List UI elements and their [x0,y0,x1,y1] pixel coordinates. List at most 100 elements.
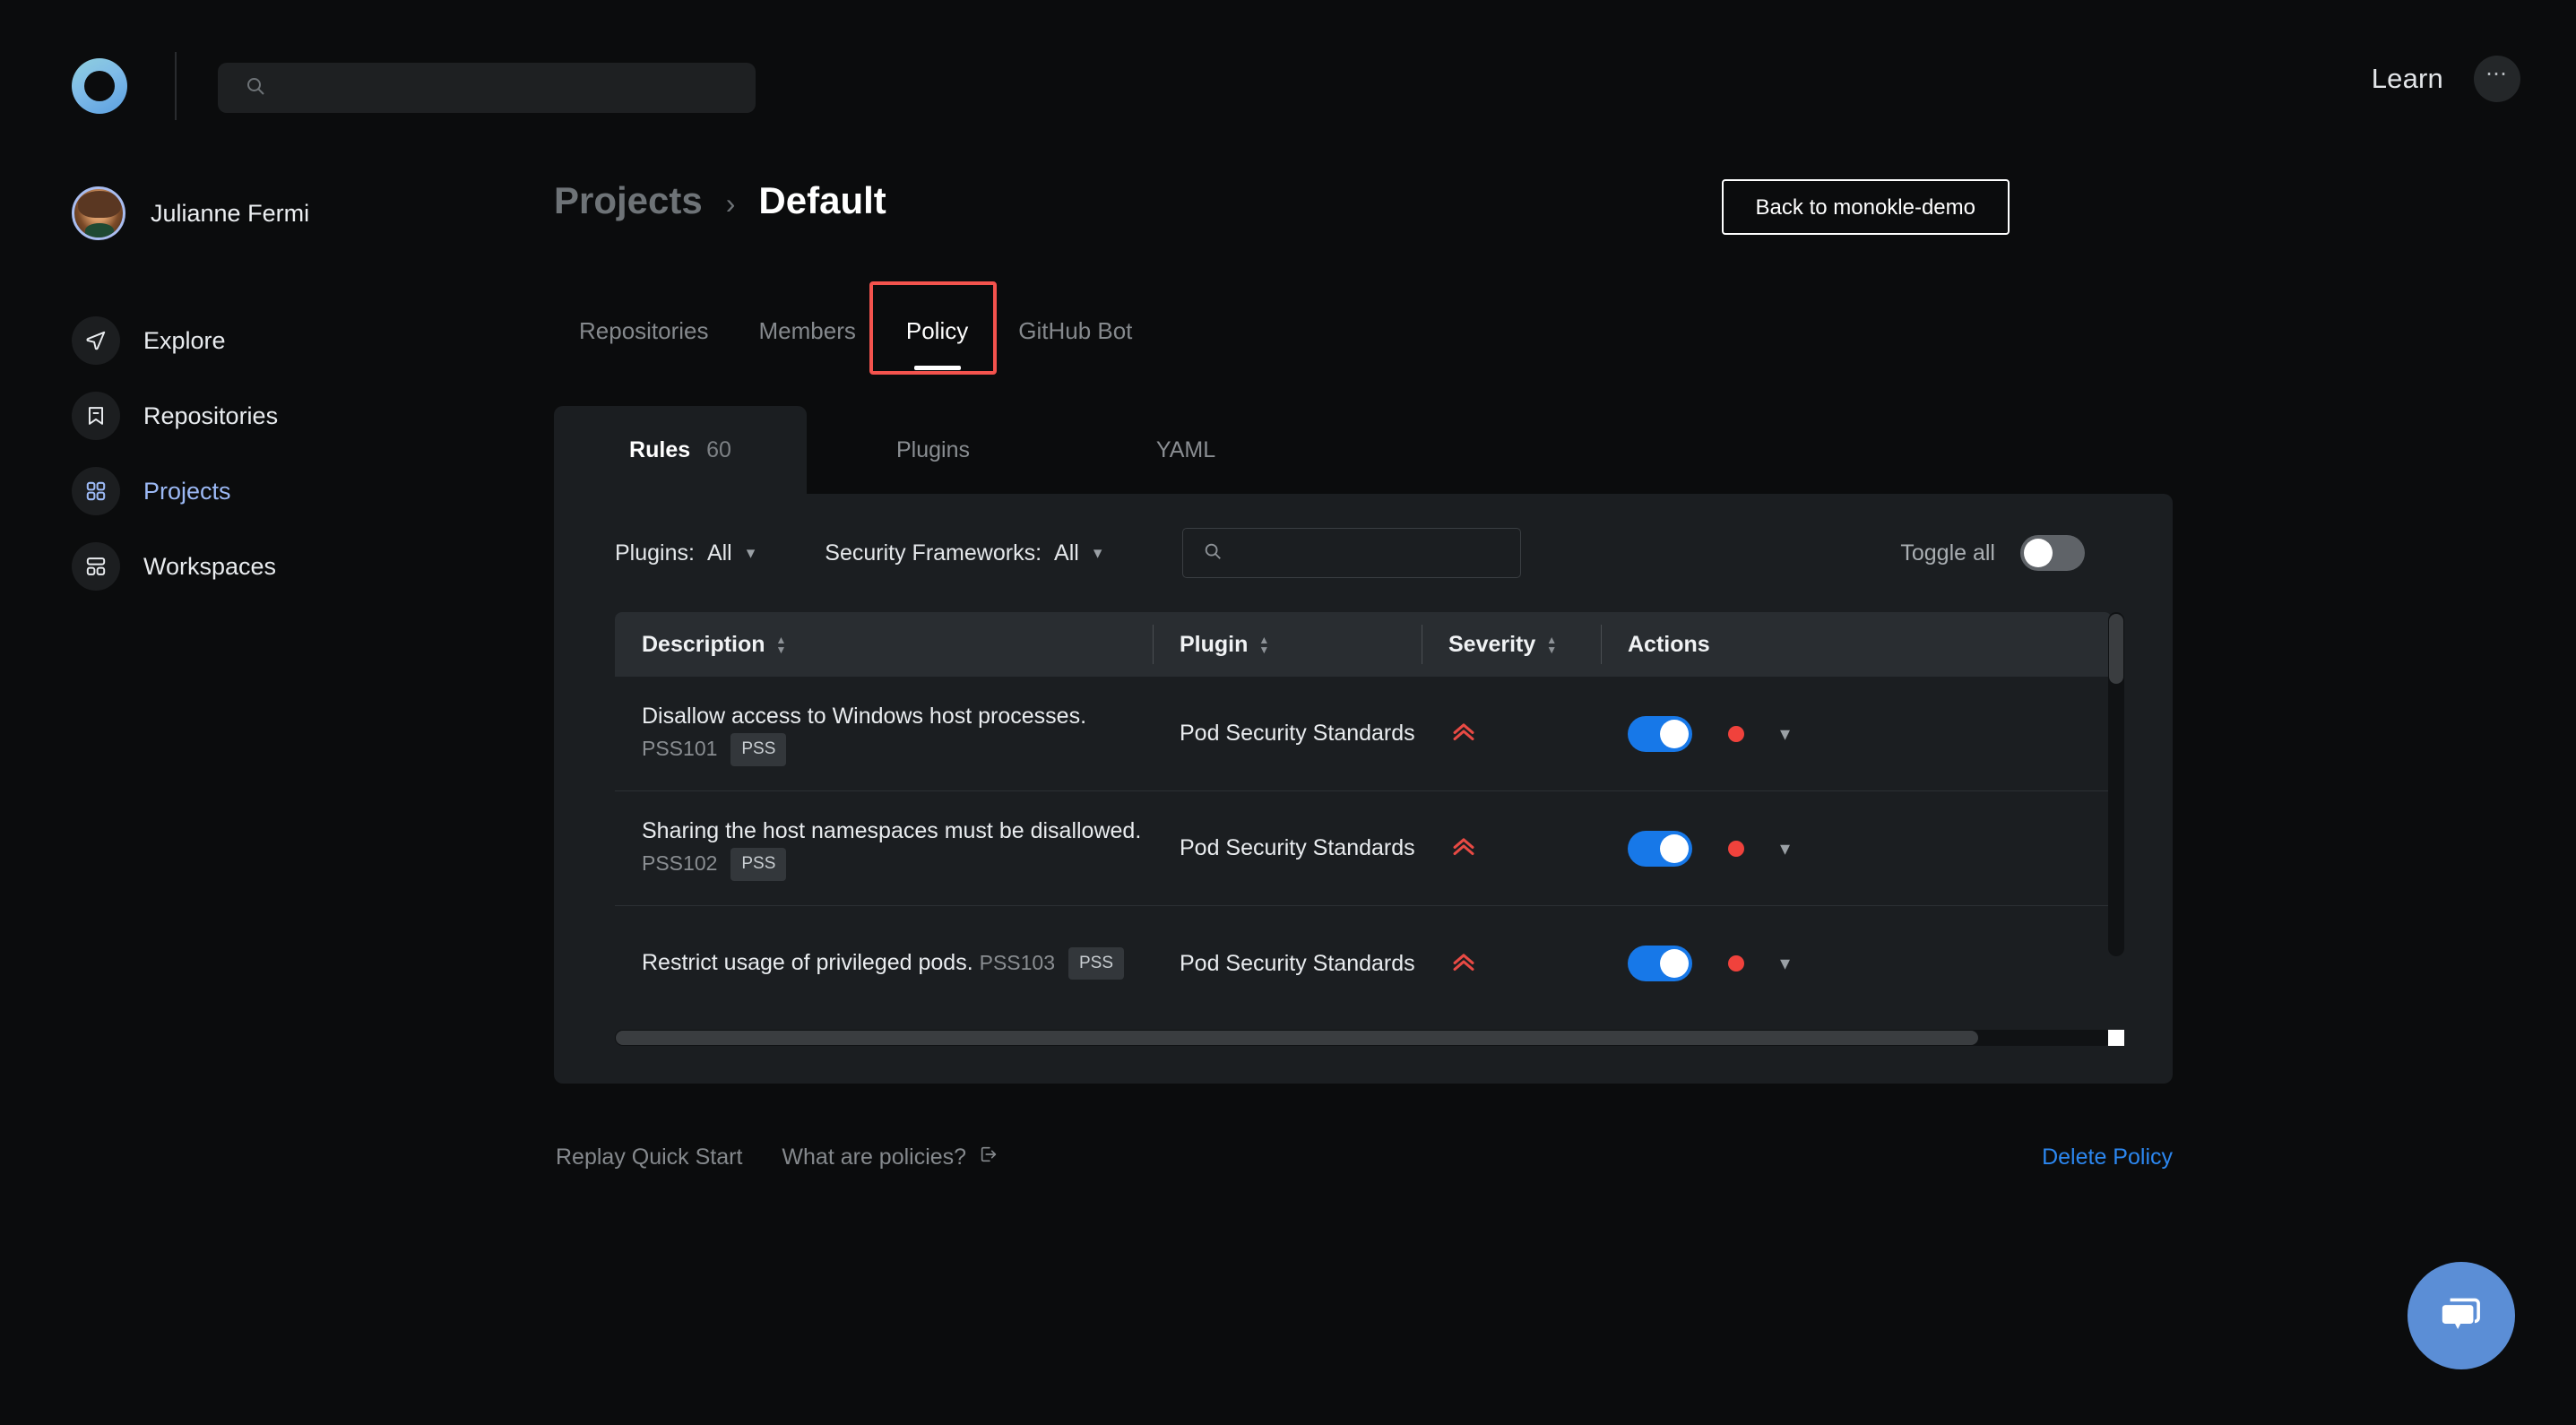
sort-icon[interactable]: ▲ ▼ [776,635,787,655]
toggle-all-switch[interactable] [2020,535,2085,571]
vertical-scrollbar[interactable] [2108,612,2124,956]
status-badge [1728,840,1744,857]
rule-enable-switch[interactable] [1628,715,1692,752]
what-are-policies-link[interactable]: What are policies? [782,1144,998,1170]
chevron-down-icon[interactable]: ▾ [1780,722,1790,746]
footer: Replay Quick Start What are policies? De… [554,1144,2173,1170]
scrollbar-thumb[interactable] [2109,614,2123,684]
sidebar-item-explore[interactable]: Explore [0,303,547,378]
rule-actions: ▾ [1601,715,2103,752]
breadcrumb: Projects › Default [554,170,2576,251]
frameworks-filter-value[interactable]: All [1054,540,1079,566]
tab-label: Repositories [579,317,709,344]
global-search-input[interactable] [279,77,709,99]
rule-severity [1422,946,1601,981]
user-avatar [72,186,125,240]
subtab-label: YAML [1155,436,1216,462]
grid-four-squares-icon [72,467,120,515]
scrollbar-corner [2108,1030,2124,1046]
paper-plane-icon [72,316,120,365]
double-chevron-up-icon [1448,946,1479,981]
column-label: Actions [1628,631,1710,657]
filter-bar: Plugins: All ▾ Security Frameworks: All … [554,494,2173,612]
subtab-label: Rules [629,436,691,462]
rules-table: Description ▲ ▼ Plugin ▲ ▼ Severity ▲ ▼ Act… [615,612,2124,1046]
scrollbar-thumb[interactable] [616,1031,1978,1045]
plugins-filter-value[interactable]: All [707,540,732,566]
footer-label: What are policies? [782,1144,967,1170]
sidebar-item-repositories[interactable]: Repositories [0,378,547,453]
rules-search[interactable] [1182,528,1522,578]
sidebar-item-label: Workspaces [143,552,277,580]
global-search[interactable] [218,63,756,113]
double-chevron-up-icon [1448,831,1479,866]
replay-quick-start-link[interactable]: Replay Quick Start [556,1144,742,1170]
learn-link[interactable]: Learn [2372,63,2443,95]
column-label: Description [642,631,765,657]
rules-panel: Plugins: All ▾ Security Frameworks: All … [554,494,2173,1084]
logo-divider [175,52,177,120]
rule-tag: PSS [1068,946,1124,980]
breadcrumb-projects[interactable]: Projects [554,179,703,222]
rule-enable-switch[interactable] [1628,830,1692,867]
sidebar-item-label: Explore [143,326,226,354]
tab-github-bot[interactable]: GitHub Bot [993,307,1157,345]
column-header-severity[interactable]: Severity ▲ ▼ [1422,612,1601,677]
search-icon [1203,541,1223,566]
monokle-ring-logo-icon[interactable] [72,58,127,114]
tab-label: Members [758,317,856,344]
chevron-down-icon[interactable]: ▾ [1780,837,1790,860]
subtab-yaml[interactable]: YAML [1059,406,1312,494]
rule-description: Disallow access to Windows host processe… [642,704,1087,730]
table-row[interactable]: Restrict usage of privileged pods. PSS10… [615,906,2112,1021]
frameworks-filter-label: Security Frameworks: [825,540,1042,566]
back-to-monokle-demo-button[interactable]: Back to monokle-demo [1721,179,2010,235]
sort-icon[interactable]: ▲ ▼ [1258,635,1269,655]
ellipsis-icon[interactable]: ⋯ [2474,56,2520,102]
tab-members[interactable]: Members [734,307,881,345]
table-header-row: Description ▲ ▼ Plugin ▲ ▼ Severity ▲ ▼ Act… [615,612,2112,677]
top-bar: Learn ⋯ [0,0,2576,179]
horizontal-scrollbar[interactable] [615,1030,2112,1046]
rule-id: PSS102 [642,851,718,875]
rule-enable-switch[interactable] [1628,946,1692,981]
main-tabs: Repositories Members Policy GitHub Bot [554,281,2576,375]
delete-policy-link[interactable]: Delete Policy [2042,1144,2173,1170]
chevron-down-icon[interactable]: ▾ [1780,952,1790,975]
chat-bubble-icon[interactable] [2407,1262,2515,1369]
rule-description: Restrict usage of privileged pods. [642,949,973,975]
column-header-actions: Actions [1601,612,2103,677]
user-name: Julianne Fermi [151,199,310,227]
toggle-all-group: Toggle all [1900,535,2173,571]
rule-description: Sharing the host namespaces must be disa… [642,818,1142,844]
subtab-plugins[interactable]: Plugins [807,406,1059,494]
table-row[interactable]: Sharing the host namespaces must be disa… [615,791,2112,906]
tab-label: Policy [905,317,969,344]
rules-search-input[interactable] [1235,542,1487,564]
sidebar-item-workspaces[interactable]: Workspaces [0,529,547,604]
rule-description-cell: Sharing the host namespaces must be disa… [615,816,1153,881]
rule-description-cell: Disallow access to Windows host processe… [615,701,1153,766]
switch-knob [1660,949,1689,978]
sidebar-user[interactable]: Julianne Fermi [0,170,547,256]
rule-id: PSS103 [979,950,1056,974]
tab-repositories[interactable]: Repositories [554,307,734,345]
rule-plugin: Pod Security Standards [1180,835,1415,860]
chevron-down-icon: ▾ [1093,543,1102,563]
main-content: Projects › Default Back to monokle-demo … [554,170,2576,1170]
sort-icon[interactable]: ▲ ▼ [1546,635,1557,655]
plugins-filter-label: Plugins: [615,540,695,566]
column-header-description[interactable]: Description ▲ ▼ [615,612,1153,677]
tab-policy[interactable]: Policy [881,307,993,370]
table-row[interactable]: Disallow access to Windows host processe… [615,677,2112,791]
column-header-plugin[interactable]: Plugin ▲ ▼ [1153,612,1422,677]
toggle-all-label: Toggle all [1900,540,1995,566]
rule-severity [1422,716,1601,751]
sidebar-item-projects[interactable]: Projects [0,453,547,529]
security-frameworks-filter[interactable]: Security Frameworks: All ▾ [825,540,1102,566]
double-chevron-up-icon [1448,716,1479,751]
footer-label: Replay Quick Start [556,1144,743,1170]
subtab-rules[interactable]: Rules 60 [554,406,807,494]
plugins-filter[interactable]: Plugins: All ▾ [615,540,755,566]
tab-label: GitHub Bot [1018,317,1133,344]
